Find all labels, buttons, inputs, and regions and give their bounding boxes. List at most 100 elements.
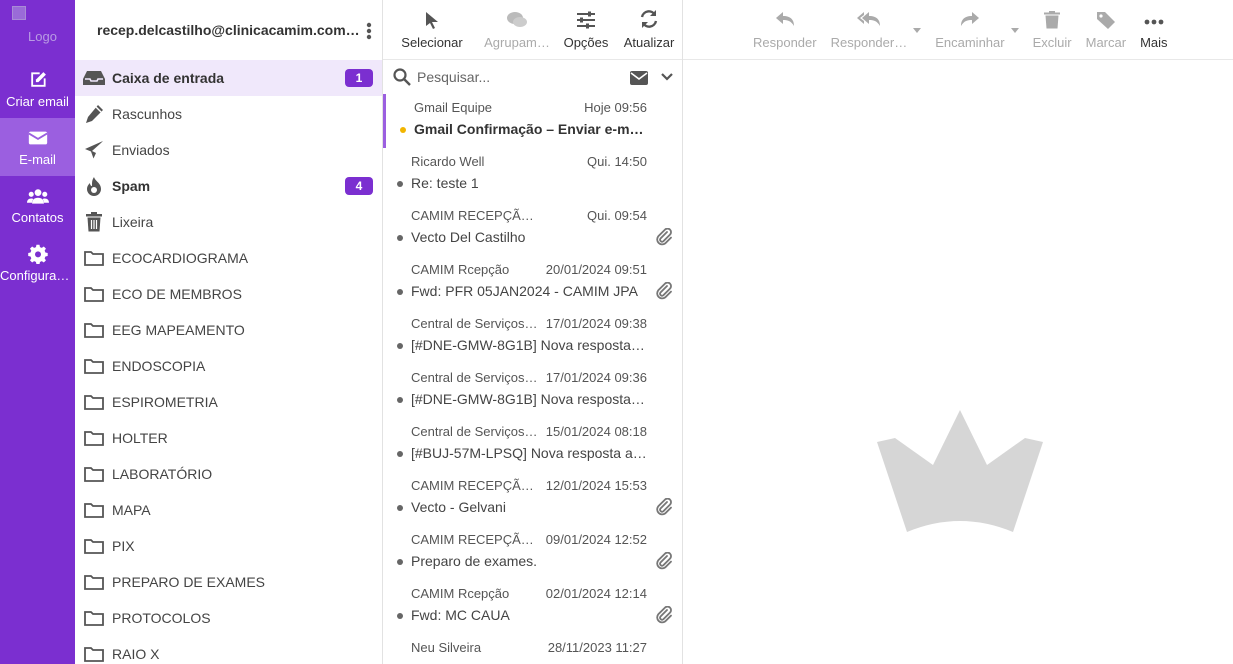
folder-spam[interactable]: Spam 4: [75, 168, 382, 204]
group-label: Agrupam…: [484, 35, 550, 50]
message-subject: Vecto Del Castilho: [411, 229, 526, 245]
folder-item[interactable]: ENDOSCOPIA: [75, 348, 382, 384]
list-toolbar: Selecionar Agrupam… Opções Atualizar: [383, 0, 682, 60]
folder-item[interactable]: PIX: [75, 528, 382, 564]
folder-label: ECO DE MEMBROS: [112, 286, 242, 302]
folder-item[interactable]: LABORATÓRIO: [75, 456, 382, 492]
folder-item[interactable]: EEG MAPEAMENTO: [75, 312, 382, 348]
message-sender: CAMIM RECEPÇÃO…: [411, 532, 541, 547]
folder-item[interactable]: ECOCARDIOGRAMA: [75, 240, 382, 276]
folder-item[interactable]: ESPIROMETRIA: [75, 384, 382, 420]
message-subject: Vecto - Gelvani: [411, 499, 506, 515]
folder-icon: [84, 611, 104, 626]
folder-item[interactable]: MAPA: [75, 492, 382, 528]
reading-toolbar: Responder Responder… Encaminhar Excluir …: [683, 0, 1233, 60]
caret-down-icon[interactable]: [913, 28, 922, 33]
folder-label: MAPA: [112, 502, 151, 518]
message-item[interactable]: Central de Serviços … 17/01/2024 09:36 [#D…: [383, 364, 683, 418]
options-button[interactable]: Opções: [553, 0, 619, 59]
status-dot: [397, 289, 403, 295]
compose-icon: [30, 71, 46, 87]
nav-contacts[interactable]: Contatos: [0, 176, 75, 234]
message-item[interactable]: Neu Silveira 28/11/2023 11:27: [383, 634, 683, 664]
trash-icon: [1044, 11, 1061, 29]
message-item[interactable]: Central de Serviços … 17/01/2024 09:38 [#D…: [383, 310, 683, 364]
message-item[interactable]: CAMIM RECEPÇÃO CAMP… Qui. 09:54 Vecto Del …: [383, 202, 683, 256]
delete-button[interactable]: Excluir: [1033, 0, 1072, 59]
paperclip-icon: [656, 498, 672, 516]
status-dot: [397, 235, 403, 241]
group-button[interactable]: Agrupam…: [481, 0, 553, 59]
folder-icon: [84, 575, 104, 590]
message-date: 20/01/2024 09:51: [545, 262, 647, 277]
app-sidebar: Logo Criar email E-mail Contatos Configu…: [0, 0, 75, 664]
message-sender: CAMIM RECEPÇÃO…: [411, 478, 541, 493]
status-dot: [397, 505, 403, 511]
users-icon: [26, 188, 49, 204]
reply-all-button[interactable]: Responder…: [831, 0, 922, 59]
account-header[interactable]: recep.delcastilho@clinicacamim.com…: [75, 0, 382, 60]
message-date: 17/01/2024 09:36: [545, 370, 647, 385]
folder-label: ECOCARDIOGRAMA: [112, 250, 249, 266]
folder-trash[interactable]: Lixeira: [75, 204, 382, 240]
select-button[interactable]: Selecionar: [383, 0, 481, 59]
folder-item[interactable]: HOLTER: [75, 420, 382, 456]
more-dots-icon: [1144, 19, 1164, 25]
folder-label: Caixa de entrada: [112, 70, 225, 86]
reply-button[interactable]: Responder: [753, 0, 817, 59]
message-sender: Central de Serviços …: [411, 424, 541, 439]
folder-item[interactable]: PROTOCOLOS: [75, 600, 382, 636]
folder-label: Enviados: [112, 142, 170, 158]
forward-button[interactable]: Encaminhar: [935, 0, 1019, 59]
folder-label: PIX: [112, 538, 135, 554]
message-date: 28/11/2023 11:27: [547, 640, 647, 655]
folder-item[interactable]: RAIO X: [75, 636, 382, 664]
message-subject: [#DNE-GMW-8G1B] Nova resposta…: [411, 337, 645, 353]
envelope-filter-icon[interactable]: [630, 71, 648, 85]
message-item[interactable]: Central de Serviços … 15/01/2024 08:18 [#B…: [383, 418, 683, 472]
fire-icon: [87, 177, 101, 196]
paperclip-icon: [656, 552, 672, 570]
message-item[interactable]: Ricardo Well Qui. 14:50 Re: teste 1: [383, 148, 683, 202]
message-item[interactable]: CAMIM Rcepção 02/01/2024 12:14 Fwd: MC CAU…: [383, 580, 683, 634]
message-item[interactable]: CAMIM RECEPÇÃO… 09/01/2024 12:52 Preparo d…: [383, 526, 683, 580]
refresh-button[interactable]: Atualizar: [619, 0, 679, 59]
message-item[interactable]: CAMIM RECEPÇÃO… 12/01/2024 15:53 Vecto - G…: [383, 472, 683, 526]
forward-icon: [960, 12, 979, 26]
folder-label: Lixeira: [112, 214, 154, 230]
folder-icon: [84, 503, 104, 518]
nav-settings[interactable]: Configuraç…: [0, 234, 75, 292]
folder-item[interactable]: PREPARO DE EXAMES: [75, 564, 382, 600]
mark-button[interactable]: Marcar: [1086, 0, 1126, 59]
chevron-down-icon[interactable]: [661, 73, 673, 81]
reply-icon: [775, 12, 794, 26]
delete-label: Excluir: [1032, 35, 1072, 50]
cursor-icon: [426, 12, 438, 29]
folder-item[interactable]: ECO DE MEMBROS: [75, 276, 382, 312]
reply-all-icon: [856, 12, 880, 26]
sliders-icon: [577, 11, 595, 29]
message-sender: CAMIM RECEPÇÃO CAMP…: [411, 208, 541, 223]
folder-sent[interactable]: Enviados: [75, 132, 382, 168]
status-dot: [397, 343, 403, 349]
caret-down-icon[interactable]: [1010, 28, 1019, 33]
paper-plane-icon: [85, 141, 103, 159]
select-label: Selecionar: [401, 35, 463, 50]
kebab-menu-icon[interactable]: [366, 22, 372, 40]
message-list-panel: Selecionar Agrupam… Opções Atualizar Gma…: [383, 0, 683, 664]
message-subject: Fwd: PFR 05JAN2024 - CAMIM JPA: [411, 283, 638, 299]
message-item[interactable]: Gmail Equipe Hoje 09:56 Gmail Confirmação …: [383, 94, 683, 148]
chat-bubbles-icon: [507, 12, 527, 27]
folder-label: ENDOSCOPIA: [112, 358, 206, 374]
message-sender: Gmail Equipe: [414, 100, 493, 115]
message-date: 17/01/2024 09:38: [545, 316, 647, 331]
folder-label: LABORATÓRIO: [112, 466, 213, 482]
folder-drafts[interactable]: Rascunhos: [75, 96, 382, 132]
search-input[interactable]: [417, 69, 617, 85]
more-button[interactable]: Mais: [1140, 0, 1168, 59]
folder-inbox[interactable]: Caixa de entrada 1: [75, 60, 382, 96]
nav-compose[interactable]: Criar email: [0, 60, 75, 118]
message-item[interactable]: CAMIM Rcepção 20/01/2024 09:51 Fwd: PFR 05…: [383, 256, 683, 310]
nav-email[interactable]: E-mail: [0, 118, 75, 176]
status-dot: [397, 181, 403, 187]
